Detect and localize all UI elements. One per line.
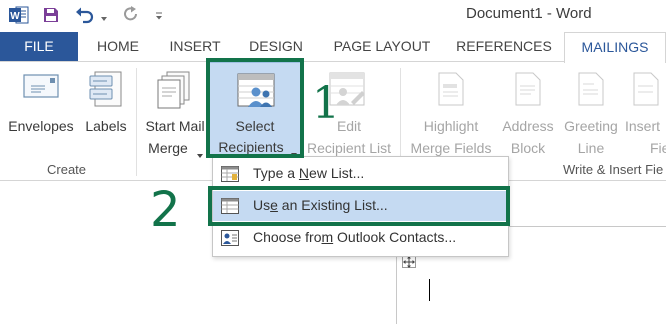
- select-recipients-dropdown-icon: [291, 145, 297, 157]
- label-part: Type a: [253, 165, 299, 181]
- undo-icon[interactable]: [75, 6, 95, 24]
- select-recipients-label-2: Recipients: [218, 139, 284, 155]
- envelopes-button[interactable]: Envelopes: [4, 68, 78, 140]
- menu-item-label: Choose from Outlook Contacts...: [253, 229, 456, 245]
- start-mail-merge-label-2: Merge: [148, 140, 188, 156]
- labels-button[interactable]: Labels: [80, 68, 132, 140]
- select-recipients-icon: [237, 73, 275, 109]
- envelopes-label: Envelopes: [8, 118, 74, 134]
- select-recipients-button[interactable]: Select Recipients: [209, 62, 301, 157]
- group-separator: [136, 68, 137, 176]
- greeting-line-icon: [578, 72, 604, 106]
- highlight-merge-fields-label-2: Merge Fields: [410, 140, 492, 156]
- highlight-merge-fields-label-1: Highlight: [423, 118, 479, 134]
- title-bar: W Document1 - Word: [0, 0, 666, 32]
- address-block-label-2: Block: [510, 140, 546, 156]
- address-block-icon: [515, 72, 541, 106]
- tab-home[interactable]: HOME: [85, 32, 151, 60]
- label-part: Us: [253, 197, 271, 213]
- annotation-step-2: 2: [150, 182, 181, 238]
- menu-item-label: Use an Existing List...: [253, 197, 388, 213]
- highlight-merge-fields-icon: [438, 72, 464, 106]
- address-block-label-1: Address: [502, 118, 554, 134]
- tab-insert[interactable]: INSERT: [159, 32, 231, 60]
- menu-item-label: Type a New List...: [253, 165, 364, 181]
- word-logo-icon[interactable]: W: [9, 6, 29, 24]
- label-part: Choose fro: [253, 229, 322, 245]
- access-key: N: [298, 165, 310, 181]
- edit-recipient-list-label-2: Recipient List: [306, 140, 392, 156]
- svg-text:W: W: [10, 11, 20, 22]
- menu-item-type-new-list[interactable]: Type a New List...: [213, 159, 508, 189]
- select-recipients-menu: Type a New List... Use an Existing List.…: [212, 156, 509, 257]
- label-part: ew List...: [309, 165, 365, 181]
- labels-label: Labels: [85, 118, 127, 134]
- outlook-contacts-icon: [221, 230, 239, 246]
- insert-merge-field-label-2: Fie: [650, 140, 666, 156]
- ribbon-tab-bar: FILE HOME INSERT DESIGN PAGE LAYOUT REFE…: [0, 32, 666, 63]
- greeting-line-button[interactable]: Greeting Line: [559, 68, 623, 160]
- undo-dropdown-icon[interactable]: [100, 10, 108, 21]
- address-block-button[interactable]: Address Block: [497, 68, 559, 160]
- customize-toolbar-icon[interactable]: [155, 8, 163, 20]
- tab-mailings[interactable]: MAILINGS: [564, 32, 666, 63]
- new-list-icon: [221, 166, 239, 182]
- tab-design[interactable]: DESIGN: [240, 32, 312, 60]
- start-mail-merge-icon: [157, 71, 191, 109]
- tab-page-layout[interactable]: PAGE LAYOUT: [323, 32, 441, 60]
- start-mail-merge-label-1: Start Mail: [145, 118, 205, 134]
- start-mail-merge-dropdown-icon: [197, 146, 203, 158]
- menu-item-use-existing-list[interactable]: Use an Existing List...: [213, 191, 508, 221]
- text-cursor: [429, 279, 430, 301]
- window-title: Document1 - Word: [466, 5, 592, 22]
- start-mail-merge-button[interactable]: Start Mail Merge: [140, 68, 208, 160]
- envelope-icon: [23, 72, 59, 100]
- label-part: an Existing List...: [277, 197, 388, 213]
- insert-merge-field-label-1: Insert: [625, 118, 661, 134]
- access-key: m: [321, 229, 334, 245]
- greeting-line-label-1: Greeting: [564, 118, 618, 134]
- labels-icon: [89, 71, 123, 109]
- annotation-step-1: 1: [312, 78, 340, 129]
- write-insert-group-label: Write & Insert Fie: [563, 162, 664, 177]
- existing-list-icon: [221, 198, 239, 214]
- save-icon[interactable]: [43, 7, 59, 23]
- select-recipients-label-1: Select: [235, 118, 275, 134]
- menu-item-choose-outlook-contacts[interactable]: Choose from Outlook Contacts...: [213, 223, 508, 253]
- label-part: Outlook Contacts...: [333, 229, 457, 245]
- tab-file[interactable]: FILE: [0, 32, 78, 61]
- insert-merge-field-button[interactable]: Insert Fie: [623, 68, 666, 160]
- greeting-line-label-2: Line: [577, 140, 605, 156]
- highlight-merge-fields-button[interactable]: Highlight Merge Fields: [404, 68, 498, 160]
- redo-icon[interactable]: [122, 5, 140, 23]
- create-group-label: Create: [47, 162, 87, 177]
- access-key: e: [270, 197, 278, 213]
- insert-merge-field-icon: [633, 72, 659, 106]
- tab-references[interactable]: REFERENCES: [450, 32, 558, 60]
